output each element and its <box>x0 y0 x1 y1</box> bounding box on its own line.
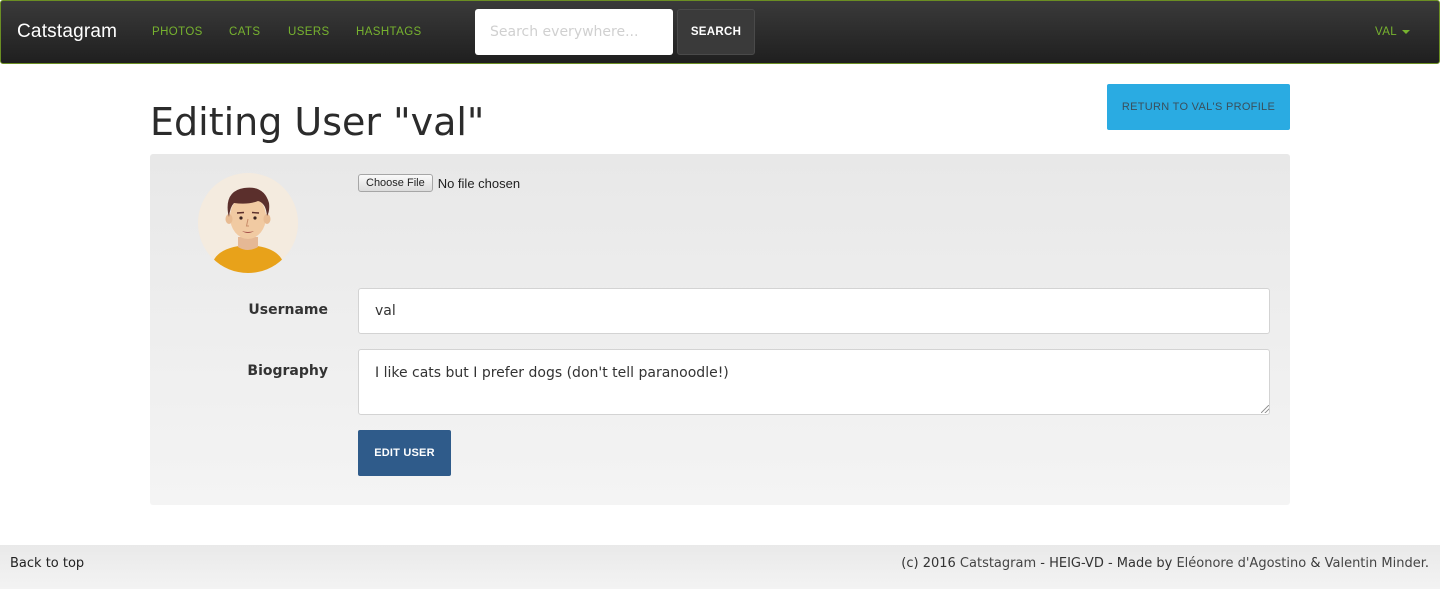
footer-middle: - HEIG-VD - Made by <box>1036 556 1177 571</box>
edit-user-button[interactable]: EDIT USER <box>358 430 451 476</box>
textarea-resize-handle[interactable] <box>1261 405 1269 413</box>
footer-credits: (c) 2016 Catstagram - HEIG-VD - Made by … <box>901 556 1429 571</box>
nav-cats[interactable]: CATS <box>229 26 260 38</box>
search-input[interactable] <box>475 9 673 55</box>
brand-logo[interactable]: Catstagram <box>17 21 117 43</box>
choose-file-button[interactable]: Choose File <box>358 174 433 192</box>
username-field[interactable] <box>358 288 1270 334</box>
biography-field[interactable]: I like cats but I prefer dogs (don't tel… <box>358 349 1270 415</box>
file-status-text: No file chosen <box>437 175 521 191</box>
caret-down-icon <box>1402 29 1411 34</box>
avatar <box>198 173 298 273</box>
footer-author1-link[interactable]: Eléonore d'Agostino <box>1176 556 1306 571</box>
edit-user-form: Choose File No file chosen Username Biog… <box>150 154 1290 505</box>
footer: Back to top (c) 2016 Catstagram - HEIG-V… <box>0 545 1440 589</box>
footer-site-link[interactable]: Catstagram <box>960 556 1036 571</box>
nav-users[interactable]: USERS <box>288 26 330 38</box>
footer-author2-link[interactable]: Valentin Minder <box>1325 556 1425 571</box>
footer-amp: & <box>1306 556 1325 571</box>
nav-hashtags[interactable]: HASHTAGS <box>356 26 422 38</box>
file-upload: Choose File No file chosen <box>358 174 520 192</box>
user-dropdown[interactable]: VAL <box>1375 26 1411 38</box>
user-dropdown-label: VAL <box>1375 26 1398 38</box>
top-navbar: Catstagram PHOTOS CATS USERS HASHTAGS SE… <box>0 0 1440 64</box>
avatar-illustration-icon <box>198 173 298 273</box>
search-button[interactable]: SEARCH <box>677 9 755 55</box>
footer-suffix: . <box>1424 556 1429 571</box>
username-label: Username <box>248 302 328 318</box>
biography-label: Biography <box>247 363 328 379</box>
page-title: Editing User "val" <box>150 100 485 144</box>
footer-prefix: (c) 2016 <box>901 556 960 571</box>
back-to-top-link[interactable]: Back to top <box>10 556 84 571</box>
nav-photos[interactable]: PHOTOS <box>152 26 203 38</box>
return-to-profile-button[interactable]: RETURN TO VAL'S PROFILE <box>1107 84 1290 130</box>
